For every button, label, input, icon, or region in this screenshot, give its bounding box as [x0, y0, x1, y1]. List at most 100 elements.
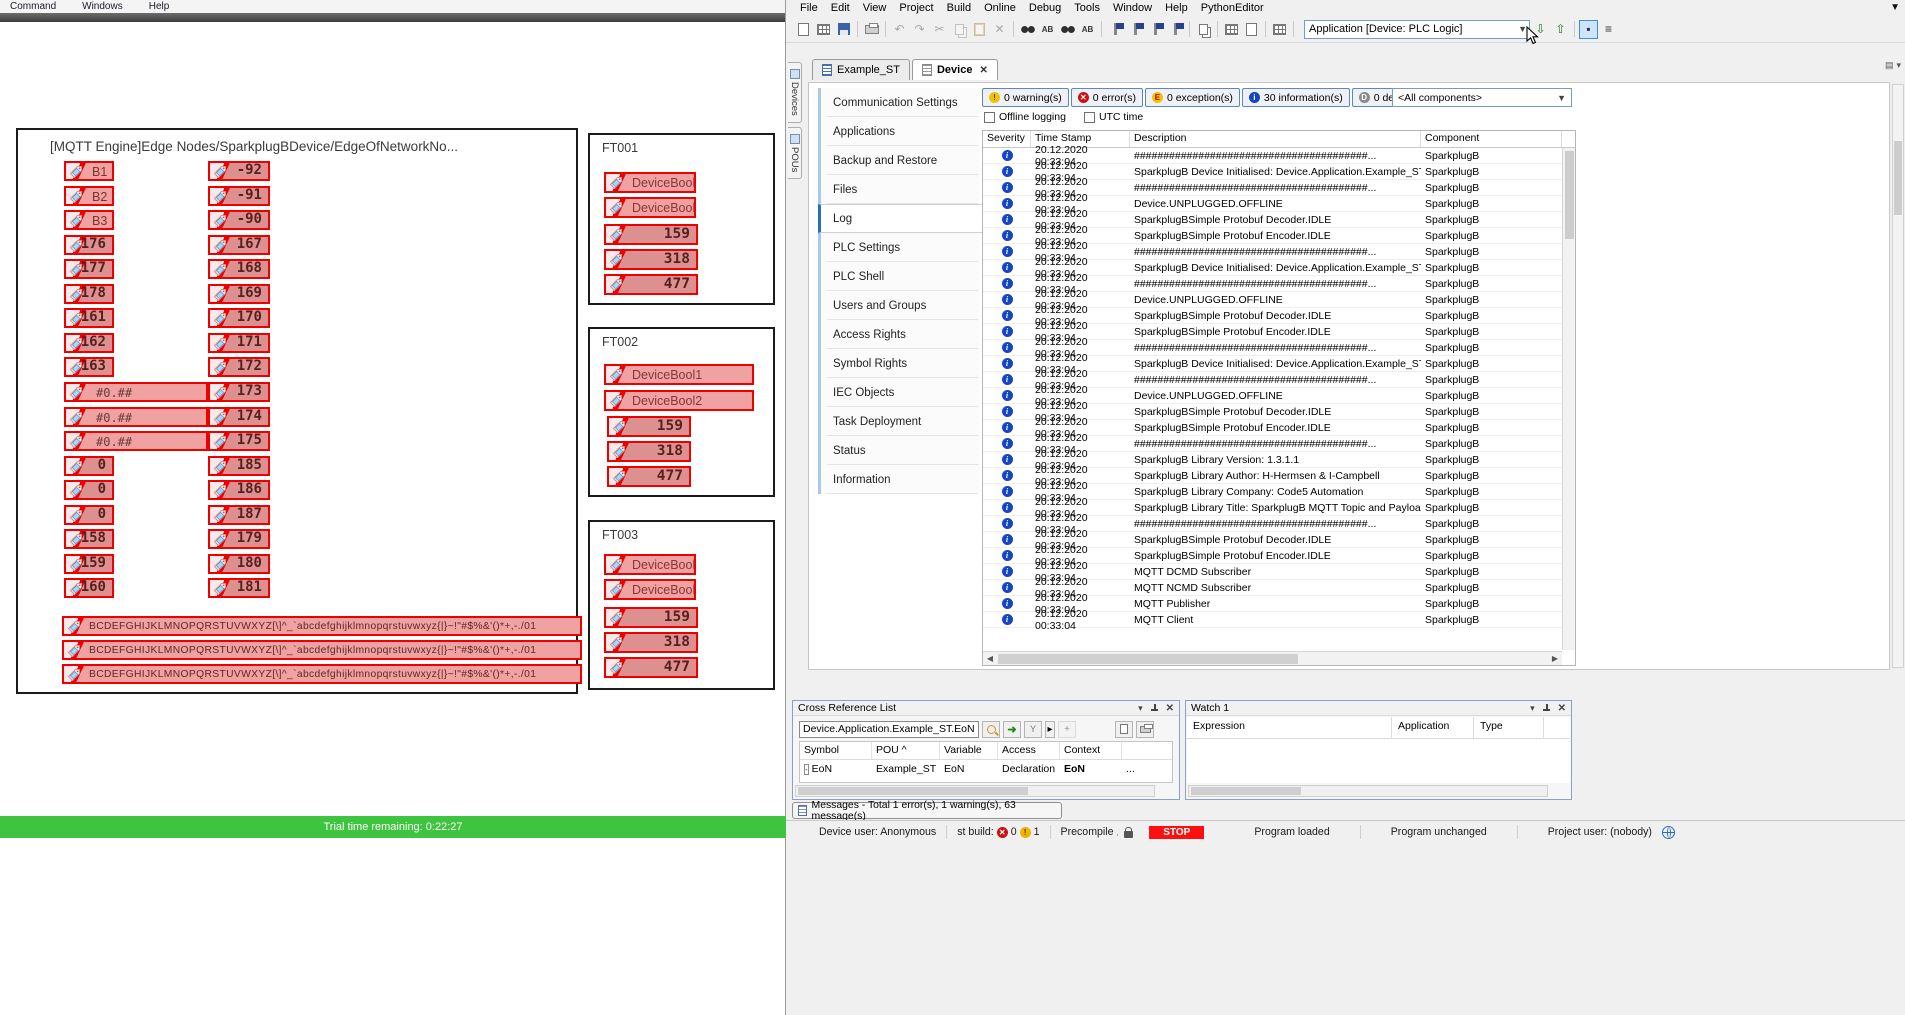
redo-icon[interactable]: ↷	[910, 20, 929, 39]
sidebar-item-iec-objects[interactable]: IEC Objects	[818, 378, 980, 407]
crl-column-variable[interactable]: Variable	[940, 742, 998, 759]
watch-column-application[interactable]: Application	[1392, 717, 1474, 738]
close-icon[interactable]: ✕	[1166, 703, 1174, 714]
pin-icon[interactable]	[1542, 703, 1551, 713]
chevron-down-icon[interactable]: ▾	[1138, 703, 1143, 714]
active-application-select[interactable]: Application [Device: PLC Logic]▼	[1304, 20, 1530, 39]
menu-item-pythoneditor[interactable]: PythonEditor	[1201, 2, 1264, 14]
dock-tab-devices[interactable]: Devices	[788, 62, 802, 123]
sidebar-item-files[interactable]: Files	[818, 175, 980, 204]
log-vertical-scrollbar[interactable]	[1562, 148, 1575, 650]
crl-column-access[interactable]: Access	[998, 742, 1060, 759]
dock-tab-pous[interactable]: POUs	[788, 127, 802, 179]
tab-list-icon[interactable]: ▤	[1885, 60, 1894, 71]
filter-icon[interactable]: Y	[1024, 721, 1042, 738]
menu-item-windows[interactable]: Windows	[82, 1, 123, 12]
menu-icon[interactable]: ≡	[1599, 20, 1618, 39]
new-file-icon[interactable]	[794, 20, 813, 39]
crl-column-context[interactable]: Context	[1060, 742, 1122, 759]
search-icon[interactable]	[982, 721, 1000, 738]
log-column-severity[interactable]: Severity	[983, 131, 1031, 147]
sidebar-item-plc-shell[interactable]: PLC Shell	[818, 262, 980, 291]
scroll-right-icon[interactable]: ▶	[1548, 654, 1562, 663]
bookmark-next-icon[interactable]	[1146, 20, 1165, 39]
menu-item-project[interactable]: Project	[899, 2, 933, 14]
tabbar-scroll-icons[interactable]: ▤▾	[1885, 60, 1901, 71]
checkbox-utc-time[interactable]: UTC time	[1084, 111, 1143, 123]
log-row[interactable]: i20.12.2020 00:33:04MQTT ClientSparkplug…	[983, 612, 1575, 628]
print-icon[interactable]	[1136, 721, 1154, 738]
filter-warning-button[interactable]: !0 warning(s)	[982, 88, 1069, 107]
log-column-description[interactable]: Description	[1130, 131, 1421, 147]
chevron-down-icon[interactable]: ▾	[1896, 60, 1901, 71]
menu-item-tools[interactable]: Tools	[1074, 2, 1100, 14]
bookmark-prev-icon[interactable]	[1126, 20, 1145, 39]
sidebar-item-information[interactable]: Information	[818, 465, 980, 494]
sidebar-item-plc-settings[interactable]: PLC Settings	[818, 233, 980, 262]
tab-device[interactable]: Device✕	[912, 59, 998, 80]
open-file-icon[interactable]	[814, 20, 833, 39]
cross-reference-search-input[interactable]: Device.Application.Example_ST.EoN	[799, 721, 979, 738]
close-icon[interactable]: ✕	[1558, 703, 1566, 714]
menu-item-help[interactable]: Help	[149, 1, 170, 12]
cross-reference-row[interactable]: -EoNExample_STEoNDeclarationEoN...	[800, 760, 1172, 777]
go-icon[interactable]: ➜	[1003, 721, 1021, 738]
menu-item-edit[interactable]: Edit	[831, 2, 850, 14]
find-in-files-icon[interactable]	[1058, 20, 1077, 39]
tab-example_st[interactable]: Example_ST	[812, 59, 910, 80]
log-column-component[interactable]: Component	[1421, 131, 1562, 147]
watch-column-type[interactable]: Type	[1474, 717, 1544, 738]
component-filter-select[interactable]: <All components>▼	[1392, 88, 1572, 107]
start-icon[interactable]: ▪	[1579, 20, 1598, 39]
sidebar-item-backup-and-restore[interactable]: Backup and Restore	[818, 146, 980, 175]
pin-icon[interactable]	[1150, 703, 1159, 713]
menu-item-view[interactable]: View	[863, 2, 887, 14]
crl-column-pou[interactable]: POU ^	[872, 742, 940, 759]
new-object-icon[interactable]	[1242, 20, 1261, 39]
cut-icon[interactable]: ✂	[930, 20, 949, 39]
build-icon[interactable]	[1270, 20, 1289, 39]
sidebar-item-symbol-rights[interactable]: Symbol Rights	[818, 349, 980, 378]
menu-item-debug[interactable]: Debug	[1029, 2, 1061, 14]
sidebar-item-communication-settings[interactable]: Communication Settings	[818, 88, 980, 117]
sidebar-item-users-and-groups[interactable]: Users and Groups	[818, 291, 980, 320]
menu-item-window[interactable]: Window	[1113, 2, 1152, 14]
filter-exception-button[interactable]: E0 exception(s)	[1145, 88, 1240, 107]
paste-icon[interactable]	[970, 20, 989, 39]
add-icon[interactable]: +	[1058, 721, 1076, 738]
replace-icon[interactable]: AB	[1038, 20, 1057, 39]
logout-icon[interactable]: ⇧	[1551, 20, 1570, 39]
undo-icon[interactable]: ↶	[890, 20, 909, 39]
close-icon[interactable]: ✕	[979, 65, 987, 76]
sidebar-item-access-rights[interactable]: Access Rights	[818, 320, 980, 349]
checkbox-offline-logging[interactable]: Offline logging	[984, 111, 1066, 123]
watch-column-expression[interactable]: Expression	[1187, 717, 1392, 738]
editor-vertical-scrollbar[interactable]	[1892, 84, 1904, 668]
print-icon[interactable]	[862, 20, 881, 39]
sidebar-item-status[interactable]: Status	[818, 436, 980, 465]
crl-column-symbol[interactable]: Symbol	[800, 742, 872, 759]
sidebar-item-applications[interactable]: Applications	[818, 117, 980, 146]
send-to-editor-icon[interactable]	[1115, 721, 1133, 738]
copy-icon[interactable]	[950, 20, 969, 39]
menu-item-file[interactable]: File	[800, 2, 818, 14]
filter-expand-icon[interactable]: ▸	[1045, 721, 1055, 738]
menu-item-build[interactable]: Build	[947, 2, 971, 14]
watch-table-body[interactable]	[1187, 739, 1570, 783]
tree-collapse-icon[interactable]: -	[804, 764, 809, 775]
menu-item-help[interactable]: Help	[1165, 2, 1188, 14]
scroll-left-icon[interactable]: ◀	[983, 654, 997, 663]
delete-icon[interactable]: ✕	[990, 20, 1009, 39]
chevron-down-icon[interactable]: ▾	[1530, 703, 1535, 714]
save-icon[interactable]	[834, 20, 853, 39]
sidebar-item-task-deployment[interactable]: Task Deployment	[818, 407, 980, 436]
messages-bar[interactable]: Messages - Total 1 error(s), 1 warning(s…	[792, 802, 1062, 819]
find-icon[interactable]	[1018, 20, 1037, 39]
log-horizontal-scrollbar[interactable]: ◀▶	[983, 651, 1562, 665]
sidebar-item-log[interactable]: Log	[818, 204, 986, 233]
menu-item-online[interactable]: Online	[984, 2, 1016, 14]
filter-information-button[interactable]: i30 information(s)	[1242, 88, 1350, 107]
copy-all-icon[interactable]	[1194, 20, 1213, 39]
bookmark-toggle-icon[interactable]	[1106, 20, 1125, 39]
table-dropdown-icon[interactable]	[1222, 20, 1241, 39]
